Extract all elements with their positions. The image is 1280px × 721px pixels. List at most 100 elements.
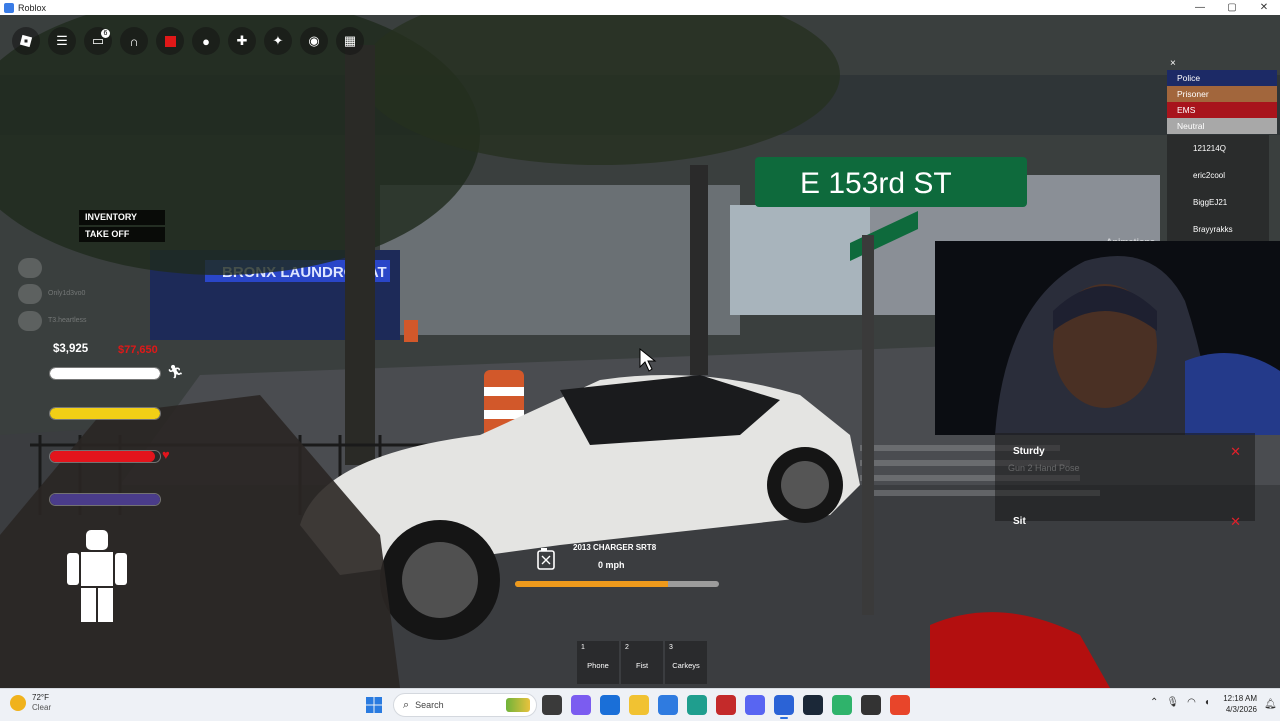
outlook-icon[interactable] [600, 695, 620, 715]
microphone-icon[interactable]: 🎙︎ [1166, 697, 1179, 708]
add-friend-icon[interactable]: ✚ [228, 27, 256, 55]
remove-animation-icon[interactable]: ✕ [1230, 444, 1241, 460]
vehicle-speed: 0 mph [598, 560, 625, 570]
clock-date: 4/3/2026 [1225, 705, 1257, 714]
nearby-player-avatar [18, 258, 42, 278]
stamina-bar-fill [50, 368, 160, 379]
team-prisoner[interactable]: Prisoner [1167, 86, 1277, 102]
game-viewport[interactable]: BRONX LAUNDROMAT E 153rd ST ☰ ▭ 6 ∩ ● ✚ … [0, 15, 1280, 688]
weather-condition: Clear [32, 703, 52, 712]
hotbar: 1 Phone 2 Fist 3 Carkeys [577, 641, 707, 684]
screenshot-icon[interactable]: ▦ [336, 27, 364, 55]
roblox-icon[interactable] [774, 695, 794, 719]
bounty-amount: $77,650 [118, 344, 158, 356]
hotbar-slot-carkeys[interactable]: 3 Carkeys [665, 641, 707, 684]
taskbar-search[interactable]: ⌕ Search [393, 693, 537, 717]
inventory-button[interactable]: INVENTORY [79, 210, 165, 225]
slot-label: Fist [635, 661, 649, 670]
android-icon[interactable] [832, 695, 852, 715]
window-title: Roblox [18, 2, 47, 13]
health-bar-fill [50, 451, 155, 462]
app-red-icon[interactable] [716, 695, 736, 715]
task-view-icon[interactable] [542, 695, 562, 715]
file-explorer-icon[interactable] [629, 695, 649, 715]
nearby-player-avatar [18, 284, 42, 304]
discord-icon[interactable] [745, 695, 765, 715]
team-list-close-icon[interactable]: × [1170, 58, 1176, 69]
animations-panel: Sturdy ✕ Gun 2 Hand Pose Sit ✕ [995, 433, 1255, 529]
slot-number: 1 [581, 644, 585, 651]
fuel-bar [515, 581, 719, 587]
maximize-button[interactable]: ▢ [1216, 0, 1248, 15]
hunger-bar-fill [50, 408, 160, 419]
search-icon: ⌕ [403, 698, 410, 711]
chrome-icon[interactable] [861, 695, 881, 715]
character-avatar-icon[interactable] [64, 530, 130, 622]
record-icon[interactable] [156, 27, 184, 55]
animation-name: Sturdy [1013, 446, 1045, 457]
search-placeholder: Search [415, 700, 444, 710]
taskbar-clock[interactable]: 12:18 AM 4/3/2026 [1203, 693, 1257, 715]
headset-icon[interactable]: ∩ [120, 27, 148, 55]
weather-icon [10, 695, 26, 711]
vehicle-hud: 2013 CHARGER SRT8 0 mph [515, 541, 720, 589]
notification-bell-icon[interactable]: 🔔︎ [1264, 699, 1277, 710]
animation-item-sit[interactable]: Sit ✕ [995, 514, 1255, 536]
slot-label: Carkeys [672, 661, 700, 670]
menu-icon[interactable]: ☰ [48, 27, 76, 55]
slot-number: 3 [669, 644, 673, 651]
steam-icon[interactable] [803, 695, 823, 715]
stamina-bar [49, 367, 161, 380]
animation-item-faded: Gun 2 Hand Pose [1008, 463, 1080, 473]
player-entry[interactable]: Brayyrakks [1167, 216, 1269, 243]
player-entry[interactable]: eric2cool [1167, 162, 1269, 189]
team-police[interactable]: Police [1167, 70, 1277, 86]
nearby-player-avatar [18, 311, 42, 331]
chat-icon[interactable]: ▭ 6 [84, 27, 112, 55]
fuel-bar-fill [515, 581, 668, 587]
wifi-icon[interactable]: ◠ [1187, 697, 1196, 708]
taskbar-apps [542, 695, 910, 719]
person-icon[interactable]: ● [192, 27, 220, 55]
window-titlebar: Roblox — ▢ ✕ [0, 0, 1280, 15]
system-tray: ⌃ 🎙︎ ◠ ◖ [1150, 697, 1210, 708]
fuel-can-icon [537, 548, 555, 570]
slot-number: 2 [625, 644, 629, 651]
webcam-streamer-image [935, 241, 1280, 435]
player-entry[interactable]: BiggEJ21 [1167, 189, 1269, 216]
hotbar-slot-fist[interactable]: 2 Fist [621, 641, 663, 684]
chevron-up-icon[interactable]: ⌃ [1150, 697, 1158, 708]
cash-amount: $3,925 [53, 343, 89, 355]
player-list: 121214Q eric2cool BiggEJ21 Brayyrakks [1167, 135, 1269, 241]
brave-icon[interactable] [890, 695, 910, 715]
armor-bar [49, 493, 161, 506]
health-bar [49, 450, 161, 463]
team-ems[interactable]: EMS [1167, 102, 1277, 118]
copilot-icon[interactable] [571, 695, 591, 715]
roblox-app-icon [4, 2, 14, 13]
windows-start-icon[interactable] [366, 697, 382, 713]
emote-icon[interactable]: ✦ [264, 27, 292, 55]
nearby-player-name: T3.heartless [48, 317, 87, 324]
take-off-button[interactable]: TAKE OFF [79, 227, 165, 242]
windows-taskbar: 72°F Clear ⌕ Search ⌃ 🎙︎ ◠ ◖ 12:18 AM 4/… [0, 688, 1280, 721]
chat-badge: 6 [101, 29, 110, 38]
close-window-button[interactable]: ✕ [1248, 0, 1280, 15]
orb-icon[interactable]: ◉ [300, 27, 328, 55]
roblox-topbar: ☰ ▭ 6 ∩ ● ✚ ✦ ◉ ▦ [12, 27, 364, 55]
minimize-button[interactable]: — [1184, 0, 1216, 15]
nearby-player-name: Only1d3vo0 [48, 290, 86, 297]
remove-animation-icon[interactable]: ✕ [1230, 514, 1241, 530]
player-entry[interactable]: 121214Q [1167, 135, 1269, 162]
search-highlight-icon [506, 698, 530, 712]
roblox-logo-icon[interactable] [12, 27, 40, 55]
armor-bar-fill [50, 494, 160, 505]
hotbar-slot-phone[interactable]: 1 Phone [577, 641, 619, 684]
vehicle-name: 2013 CHARGER SRT8 [573, 543, 657, 552]
team-neutral[interactable]: Neutral [1167, 118, 1277, 134]
street-sign: E 153rd ST [800, 167, 952, 200]
edge-icon[interactable] [687, 695, 707, 715]
running-icon: 🏃︎ [167, 364, 184, 379]
weather-widget[interactable]: 72°F Clear [10, 693, 51, 713]
store-icon[interactable] [658, 695, 678, 715]
